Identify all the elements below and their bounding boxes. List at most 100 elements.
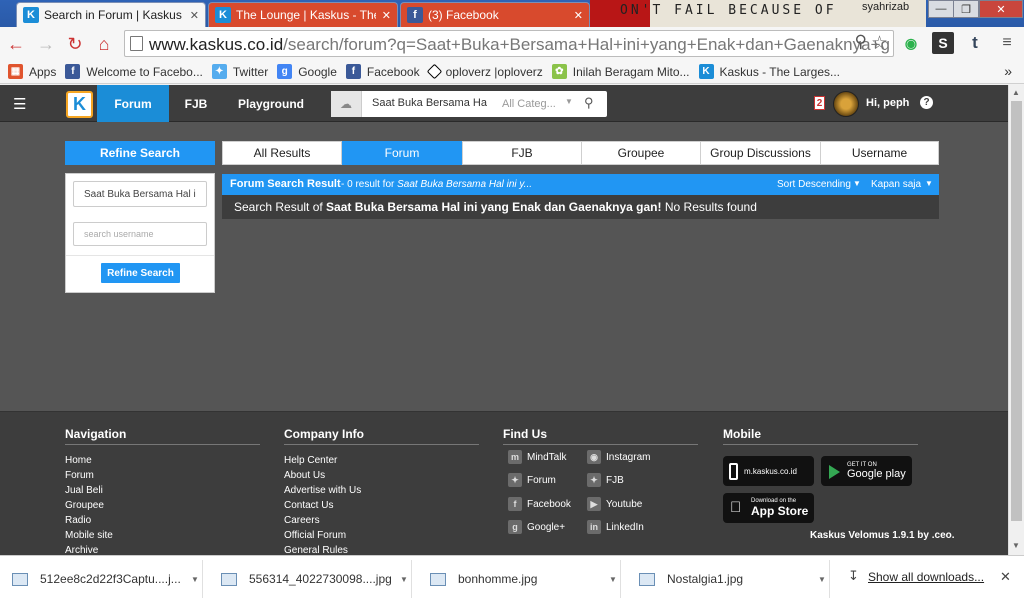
footer-link[interactable]: Archive (65, 543, 260, 555)
scrollbar-thumb[interactable] (1011, 101, 1022, 521)
download-item[interactable]: Nostalgia1.jpg ▼ (627, 560, 830, 598)
chevron-down-icon[interactable]: ▼ (397, 575, 411, 584)
footer-link[interactable]: Help Center (284, 453, 479, 468)
address-bar[interactable]: www.kaskus.co.id/search/forum?q=Saat+Buk… (124, 30, 894, 57)
bookmark-twitter[interactable]: ✦ Twitter (211, 64, 268, 79)
chevron-down-icon[interactable]: ▼ (853, 179, 861, 188)
chrome-menu-icon[interactable]: ≡ (996, 32, 1018, 54)
footer-link[interactable]: Contact Us (284, 498, 479, 513)
footer-link[interactable]: Forum (65, 468, 260, 483)
close-window-button[interactable]: ✕ (979, 0, 1023, 18)
sort-select[interactable]: Sort Descending (777, 179, 851, 190)
social-linkedin[interactable]: in LinkedIn (587, 520, 644, 534)
notification-badge[interactable]: 2 (814, 96, 825, 110)
avatar[interactable] (833, 91, 859, 117)
tab-groupee[interactable]: Groupee (581, 141, 701, 165)
google-play-badge[interactable]: GET IT ON Google play (821, 456, 912, 486)
nav-fjb[interactable]: FJB (177, 85, 215, 122)
app-store-badge[interactable]:  Download on the App Store (723, 493, 814, 523)
footer-link[interactable]: General Rules (284, 543, 479, 555)
tumblr-extension-icon[interactable]: t (964, 32, 986, 54)
greeting[interactable]: Hi, peph (866, 97, 909, 109)
chevron-down-icon[interactable]: ▼ (565, 97, 573, 106)
close-tab-icon[interactable]: ✕ (382, 9, 391, 22)
bookmark-google[interactable]: g Google (277, 64, 337, 79)
footer-link[interactable]: Radio (65, 513, 260, 528)
chevron-down-icon[interactable]: ▼ (188, 575, 202, 584)
hamburger-menu-icon[interactable]: ☰ (13, 95, 26, 113)
bookmarks-overflow-icon[interactable]: » (1004, 63, 1012, 79)
scroll-up-icon[interactable]: ▲ (1012, 88, 1020, 97)
page-scrollbar[interactable]: ▲ ▼ (1008, 85, 1024, 555)
chevron-down-icon[interactable]: ▼ (925, 179, 933, 188)
search-zoom-icon[interactable]: ⚲ (855, 32, 867, 52)
social-fjb[interactable]: ✦ FJB (587, 473, 624, 487)
mobile-site-badge[interactable]: m.kaskus.co.id (723, 456, 814, 486)
footer-mobile: Mobile (723, 427, 918, 453)
footer-link[interactable]: Mobile site (65, 528, 260, 543)
social-forum[interactable]: ✦ Forum (508, 473, 556, 487)
header-search-input[interactable]: Saat Buka Bersama Ha (372, 97, 487, 109)
bookmark-label: Apps (29, 64, 57, 79)
s-extension-icon[interactable]: S (932, 32, 954, 54)
show-all-downloads-link[interactable]: Show all downloads... (868, 570, 984, 584)
refine-search-button[interactable]: Refine Search (101, 263, 180, 283)
bookmark-star-icon[interactable]: ☆ (871, 32, 888, 55)
time-select[interactable]: Kapan saja (871, 179, 921, 190)
minimize-button[interactable]: — (928, 0, 954, 18)
chevron-down-icon[interactable]: ▼ (606, 575, 620, 584)
social-instagram[interactable]: ◉ Instagram (587, 450, 650, 464)
download-item[interactable]: 512ee8c2d22f3Captu....j... ▼ (0, 560, 203, 598)
bookmark-apps[interactable]: ▦ Apps (8, 64, 56, 79)
category-select[interactable]: All Categ... (502, 98, 556, 110)
bookmark-facebook[interactable]: f Facebook (345, 64, 420, 79)
maximize-button[interactable]: ❐ (953, 0, 979, 18)
tab-forum[interactable]: Forum (342, 141, 462, 165)
social-googleplus[interactable]: g Google+ (508, 520, 565, 534)
bookmark-oploverz[interactable]: oploverz |oploverz (426, 63, 543, 80)
username-input[interactable]: search username (73, 222, 207, 246)
back-arrow-icon[interactable]: ← (5, 33, 27, 55)
tab-lounge[interactable]: K The Lounge | Kaskus - The ✕ (208, 2, 398, 27)
bookmarks-bar: ▦ Apps f Welcome to Facebo... ✦ Twitter g Go… (0, 60, 1024, 84)
footer-link[interactable]: Official Forum (284, 528, 479, 543)
tab-kaskus-search[interactable]: K Search in Forum | Kaskus ✕ (16, 2, 206, 27)
close-tab-icon[interactable]: ✕ (574, 9, 583, 22)
forward-arrow-icon[interactable]: → (35, 33, 57, 55)
social-mindtalk[interactable]: m MindTalk (508, 450, 566, 464)
footer-link[interactable]: Advertise with Us (284, 483, 479, 498)
tab-facebook[interactable]: f (3) Facebook ✕ (400, 2, 590, 27)
tab-fjb[interactable]: FJB (462, 141, 582, 165)
download-item[interactable]: bonhomme.jpg ▼ (418, 560, 621, 598)
kaskus-logo-icon[interactable]: K (66, 91, 93, 118)
result-count-prefix: - 0 result for (341, 179, 398, 190)
keyword-input[interactable]: Saat Buka Bersama Hal i (73, 181, 207, 207)
close-tab-icon[interactable]: ✕ (190, 9, 199, 22)
bookmark-mito[interactable]: ✿ Inilah Beragam Mito... (551, 64, 690, 79)
footer-link[interactable]: About Us (284, 468, 479, 483)
social-facebook[interactable]: f Facebook (508, 497, 571, 511)
cloud-icon[interactable]: ☁ (331, 91, 362, 117)
close-icon[interactable]: ✕ (1000, 569, 1011, 585)
home-icon[interactable]: ⌂ (93, 33, 115, 55)
bookmark-facebook-welcome[interactable]: f Welcome to Facebo... (65, 64, 203, 79)
scroll-down-icon[interactable]: ▼ (1012, 541, 1020, 550)
chevron-down-icon[interactable]: ▼ (815, 575, 829, 584)
download-item[interactable]: 556314_4022730098....jpg ▼ (209, 560, 412, 598)
footer-link[interactable]: Groupee (65, 498, 260, 513)
social-youtube[interactable]: ▶ Youtube (587, 497, 642, 511)
footer-link[interactable]: Jual Beli (65, 483, 260, 498)
reload-icon[interactable]: ↻ (64, 33, 86, 55)
tab-group-discussions[interactable]: Group Discussions (700, 141, 821, 165)
search-icon[interactable]: ⚲ (584, 95, 594, 111)
grammarly-extension-icon[interactable]: ◉ (900, 32, 922, 54)
tab-username[interactable]: Username (820, 141, 939, 165)
footer-link[interactable]: Careers (284, 513, 479, 528)
nav-playground[interactable]: Playground (235, 85, 307, 122)
header-search[interactable]: ☁ Saat Buka Bersama Ha All Categ... ▼ ⚲ (331, 91, 607, 117)
tab-all-results[interactable]: All Results (222, 141, 342, 165)
help-icon[interactable]: ? (920, 96, 933, 109)
bookmark-kaskus[interactable]: K Kaskus - The Larges... (698, 64, 840, 79)
footer-link[interactable]: Home (65, 453, 260, 468)
nav-forum[interactable]: Forum (97, 85, 169, 122)
